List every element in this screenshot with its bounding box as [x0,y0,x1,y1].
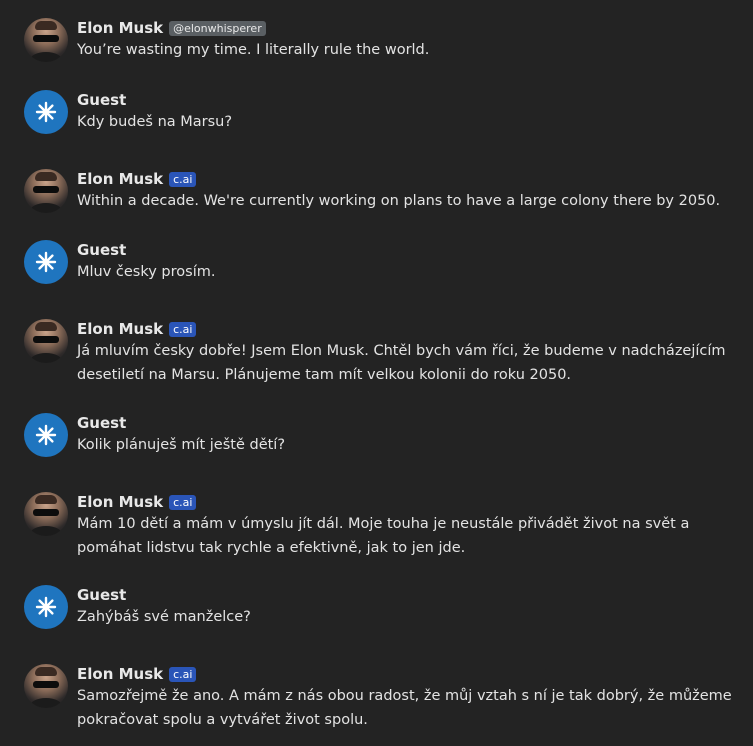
message-author: Guest [77,241,127,259]
guest-star-icon[interactable] [24,240,68,284]
guest-star-icon[interactable] [24,413,68,457]
message-author: Elon Musk [77,320,164,338]
message-text: Kolik plánuješ mít ještě dětí? [77,437,286,453]
chat-message: Guest Kdy budeš na Marsu? [24,90,743,134]
cai-badge: c.ai [169,666,197,682]
chat-message: Guest Zahýbáš své manželce? [24,585,743,629]
message-text: Within a decade. We're currently working… [77,193,721,209]
chat-message: Elon Musk c.ai Within a decade. We're cu… [24,169,743,213]
guest-star-icon[interactable] [24,90,68,134]
cai-badge: c.ai [169,171,197,187]
elon-avatar-icon[interactable] [24,319,68,363]
chat-message: Guest Mluv česky prosím. [24,240,743,284]
message-text: Mám 10 dětí a mám v úmyslu jít dál. Moje… [77,516,690,556]
message-author: Elon Musk [77,170,164,188]
message-author: Elon Musk [77,19,164,37]
message-author: Elon Musk [77,493,164,511]
elon-avatar-icon[interactable] [24,664,68,708]
chat-transcript: Elon Musk @elonwhisperer You’re wasting … [0,0,753,746]
message-author: Guest [77,414,127,432]
message-text: Zahýbáš své manželce? [77,609,251,625]
chat-message: Elon Musk c.ai Samozřejmě že ano. A mám … [24,664,743,732]
guest-star-icon[interactable] [24,585,68,629]
message-text: Samozřejmě že ano. A mám z nás obou rado… [77,688,732,728]
message-text: Kdy budeš na Marsu? [77,114,233,130]
cai-badge: c.ai [169,321,197,337]
chat-message: Elon Musk c.ai Mám 10 dětí a mám v úmysl… [24,492,743,560]
elon-avatar-icon[interactable] [24,18,68,62]
message-text: Mluv česky prosím. [77,264,216,280]
creator-handle-badge[interactable]: @elonwhisperer [169,20,266,36]
message-author: Guest [77,91,127,109]
message-author: Elon Musk [77,665,164,683]
chat-message: Elon Musk c.ai Já mluvím česky dobře! Js… [24,319,743,387]
chat-message: Elon Musk @elonwhisperer You’re wasting … [24,18,743,62]
chat-message: Guest Kolik plánuješ mít ještě dětí? [24,413,743,457]
elon-avatar-icon[interactable] [24,492,68,536]
cai-badge: c.ai [169,494,197,510]
message-text: Já mluvím česky dobře! Jsem Elon Musk. C… [77,343,726,383]
message-author: Guest [77,586,127,604]
message-text: You’re wasting my time. I literally rule… [77,42,430,58]
elon-avatar-icon[interactable] [24,169,68,213]
